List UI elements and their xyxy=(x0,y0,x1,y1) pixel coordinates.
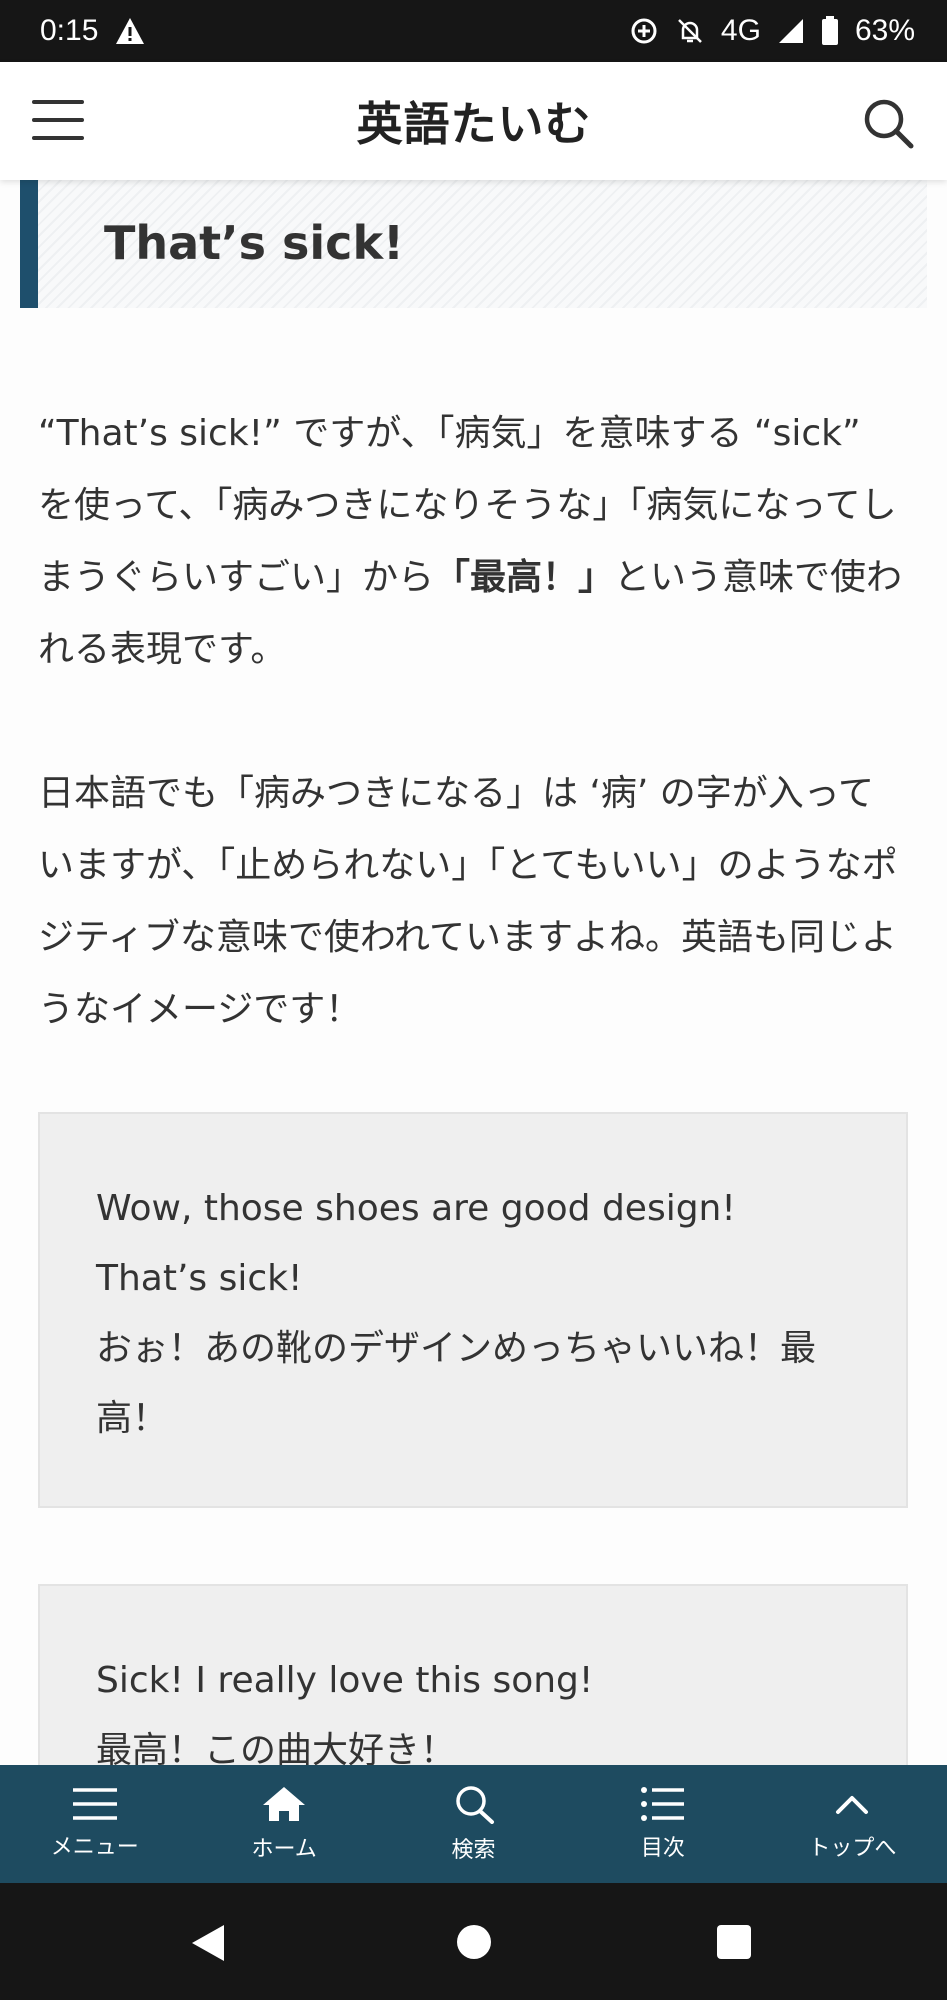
network-type: 4G xyxy=(720,14,761,47)
status-bar: 0:15 4G 63% xyxy=(0,0,947,62)
search-icon xyxy=(453,1784,495,1824)
battery-icon xyxy=(821,16,839,46)
status-time: 0:15 xyxy=(40,14,99,47)
recents-icon[interactable] xyxy=(715,1923,753,1965)
nav-toc[interactable]: 目次 xyxy=(568,1765,757,1883)
nav-home-label: ホーム xyxy=(251,1837,317,1862)
nav-to-top[interactable]: トップへ xyxy=(758,1765,947,1883)
home-button-icon[interactable] xyxy=(455,1923,493,1965)
example-1-english: Wow, those shoes are good design! That’s… xyxy=(96,1188,736,1299)
warning-icon xyxy=(114,16,146,46)
home-icon xyxy=(261,1785,307,1823)
android-nav-bar xyxy=(0,1883,947,2000)
example-box-1: Wow, those shoes are good design! That’s… xyxy=(38,1112,908,1508)
nav-search-label: 検索 xyxy=(451,1838,496,1863)
paragraph-1-bold: 「最高！」 xyxy=(434,557,615,598)
search-icon[interactable] xyxy=(861,96,915,150)
menu-icon xyxy=(71,1787,119,1821)
bell-off-icon xyxy=(675,16,705,46)
section-heading: That’s sick! xyxy=(20,180,927,308)
article-content: That’s sick! “That’s sick!” ですが、「病気」を意味す… xyxy=(0,180,947,1765)
battery-level: 63% xyxy=(854,14,915,47)
paragraph-2: 日本語でも「病みつきになる」は ‘病’ の字が入っていますが、「止められない」「… xyxy=(38,773,898,1030)
example-1-japanese: おぉ！あの靴のデザインめっちゃいいね！最高！ xyxy=(96,1328,817,1439)
data-saver-icon xyxy=(629,16,659,46)
example-box-2: Sick! I really love this song! 最高！この曲大好き… xyxy=(38,1584,908,1765)
nav-menu-label: メニュー xyxy=(50,1835,139,1860)
example-2-english: Sick! I really love this song! xyxy=(96,1660,594,1701)
hamburger-icon[interactable] xyxy=(32,100,84,140)
site-title[interactable]: 英語たいむ xyxy=(325,90,623,152)
nav-to-top-label: トップへ xyxy=(808,1836,897,1861)
nav-menu[interactable]: メニュー xyxy=(0,1765,189,1883)
nav-search[interactable]: 検索 xyxy=(379,1765,568,1883)
back-icon[interactable] xyxy=(190,1923,228,1967)
section-heading-text: That’s sick! xyxy=(104,216,405,270)
example-2-japanese: 最高！この曲大好き！ xyxy=(96,1730,457,1765)
nav-home[interactable]: ホーム xyxy=(189,1765,378,1883)
list-icon xyxy=(640,1786,686,1822)
signal-icon xyxy=(777,17,805,45)
bottom-nav: メニュー ホーム 検索 目次 トップへ xyxy=(0,1765,947,1883)
site-header: 英語たいむ xyxy=(0,62,947,180)
paragraph-1: “That’s sick!” ですが、「病気」を意味する “sick” を使って… xyxy=(38,398,908,686)
nav-toc-label: 目次 xyxy=(640,1836,685,1861)
chevron-up-icon xyxy=(832,1786,872,1822)
